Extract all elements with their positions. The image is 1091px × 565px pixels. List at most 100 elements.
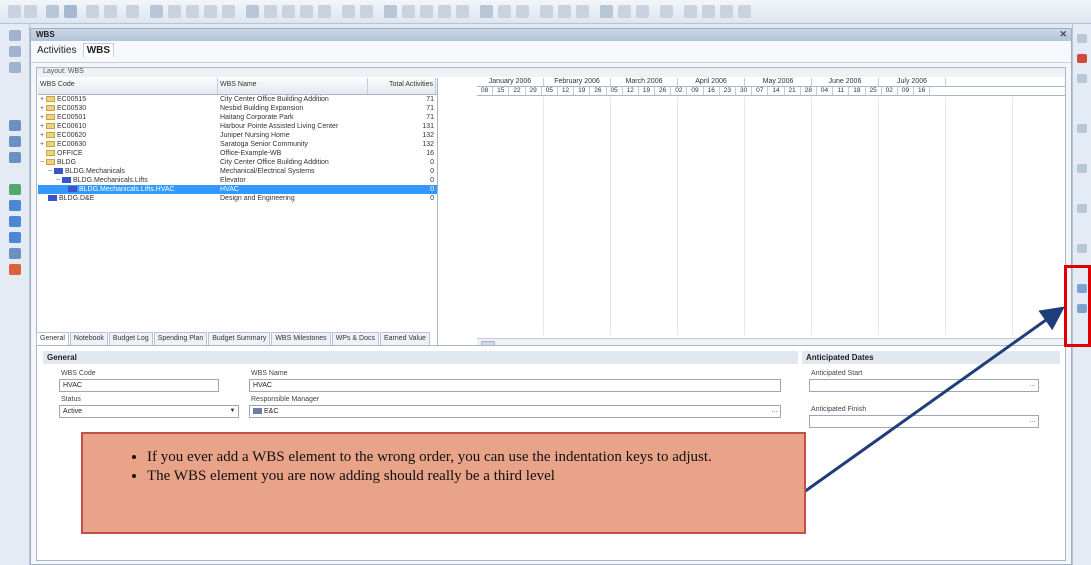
table-row-selected[interactable]: BLDG.Mechanicals.Lifts.HVAC HVAC 0 bbox=[38, 185, 437, 194]
toolbar-icon[interactable] bbox=[246, 5, 259, 18]
toolbar-icon[interactable] bbox=[186, 5, 199, 18]
toolbar-icon[interactable] bbox=[1077, 124, 1087, 133]
column-header-wbs-code[interactable]: WBS Code bbox=[38, 78, 218, 94]
gantt-month: May 2006 bbox=[745, 78, 812, 86]
toolbar-icon[interactable] bbox=[9, 184, 21, 195]
toolbar-icon[interactable] bbox=[86, 5, 99, 18]
toolbar-icon[interactable] bbox=[1077, 244, 1087, 253]
table-row[interactable]: − BLDG.Mechanicals Mechanical/Electrical … bbox=[38, 167, 437, 176]
tab-general[interactable]: General bbox=[36, 332, 69, 345]
wbs-node-icon bbox=[54, 168, 63, 175]
toolbar-icon[interactable] bbox=[282, 5, 295, 18]
close-icon[interactable]: ✕ bbox=[1059, 29, 1067, 40]
table-row[interactable]: + EC00620 Juniper Nursing Home 132 bbox=[38, 131, 437, 140]
toolbar-icon[interactable] bbox=[9, 216, 21, 227]
toolbar-icon[interactable] bbox=[300, 5, 313, 18]
toolbar-icon[interactable] bbox=[720, 5, 733, 18]
toolbar-icon[interactable] bbox=[204, 5, 217, 18]
toolbar-icon[interactable] bbox=[1077, 204, 1087, 213]
table-row[interactable]: + EC00610 Harbour Pointe Assisted Living … bbox=[38, 122, 437, 131]
tab-activities[interactable]: Activities bbox=[37, 45, 76, 56]
toolbar-icon[interactable] bbox=[150, 5, 163, 18]
toolbar-icon[interactable] bbox=[9, 120, 21, 131]
toolbar-icon[interactable] bbox=[64, 5, 77, 18]
table-row[interactable]: + EC00501 Haitang Corporate Park 71 bbox=[38, 113, 437, 122]
toolbar-icon[interactable] bbox=[516, 5, 529, 18]
wbs-table: WBS Code WBS Name Total Activities + EC00… bbox=[38, 78, 438, 350]
toolbar-icon[interactable] bbox=[9, 46, 21, 57]
toolbar-icon[interactable] bbox=[168, 5, 181, 18]
toolbar-icon[interactable] bbox=[126, 5, 139, 18]
toolbar-icon[interactable] bbox=[498, 5, 511, 18]
table-row[interactable]: − BLDG City Center Office Building Additi… bbox=[38, 158, 437, 167]
toolbar-icon[interactable] bbox=[402, 5, 415, 18]
toolbar-icon[interactable] bbox=[1077, 54, 1087, 63]
toolbar-icon[interactable] bbox=[540, 5, 553, 18]
gantt-week: 04 bbox=[817, 87, 834, 95]
gantt-week: 25 bbox=[866, 87, 882, 95]
gantt-month: March 2006 bbox=[611, 78, 678, 86]
toolbar-icon[interactable] bbox=[104, 5, 117, 18]
toolbar-icon[interactable] bbox=[456, 5, 469, 18]
toolbar-icon[interactable] bbox=[702, 5, 715, 18]
toolbar-icon[interactable] bbox=[264, 5, 277, 18]
column-header-wbs-name[interactable]: WBS Name bbox=[218, 78, 368, 94]
toolbar-icon[interactable] bbox=[9, 30, 21, 41]
wbs-name-field[interactable]: HVAC bbox=[249, 379, 781, 392]
tab-wps-docs[interactable]: WPs & Docs bbox=[331, 332, 379, 345]
toolbar-icon[interactable] bbox=[46, 5, 59, 18]
toolbar-icon[interactable] bbox=[9, 232, 21, 243]
toolbar-icon[interactable] bbox=[738, 5, 751, 18]
wbs-name-cell: Harbour Pointe Assisted Living Center bbox=[220, 123, 339, 130]
column-header-total-activities[interactable]: Total Activities bbox=[368, 78, 436, 94]
table-row[interactable]: + EC00530 Nesbid Building Expansion 71 bbox=[38, 104, 437, 113]
tab-budget-summary[interactable]: Budget Summary bbox=[208, 332, 271, 345]
tab-spending-plan[interactable]: Spending Plan bbox=[153, 332, 208, 345]
table-row[interactable]: + EC00515 City Center Office Building Add… bbox=[38, 95, 437, 104]
toolbar-icon[interactable] bbox=[1077, 164, 1087, 173]
toolbar-icon[interactable] bbox=[360, 5, 373, 18]
table-row[interactable]: OFFICE Office-Example-WB 16 bbox=[38, 149, 437, 158]
table-row[interactable]: + EC00630 Saratoga Senior Community 132 bbox=[38, 140, 437, 149]
tab-budget-log[interactable]: Budget Log bbox=[108, 332, 153, 345]
toolbar-icon[interactable] bbox=[342, 5, 355, 18]
toolbar-icon[interactable] bbox=[24, 5, 37, 18]
toolbar-icon[interactable] bbox=[480, 5, 493, 18]
table-row[interactable]: BLDG.D&E Design and Engineering 0 bbox=[38, 194, 437, 203]
toolbar-icon[interactable] bbox=[558, 5, 571, 18]
tab-notebook[interactable]: Notebook bbox=[69, 332, 108, 345]
toolbar-icon[interactable] bbox=[1077, 74, 1087, 83]
toolbar-icon[interactable] bbox=[636, 5, 649, 18]
toolbar-icon[interactable] bbox=[318, 5, 331, 18]
gantt-week: 26 bbox=[590, 87, 607, 95]
toolbar-icon[interactable] bbox=[438, 5, 451, 18]
browse-icon[interactable]: … bbox=[770, 407, 779, 416]
status-dropdown[interactable]: Active ▼ bbox=[59, 405, 239, 418]
toolbar-icon[interactable] bbox=[9, 152, 21, 163]
toolbar-icon[interactable] bbox=[9, 62, 21, 73]
toolbar-icon[interactable] bbox=[576, 5, 589, 18]
toolbar-icon[interactable] bbox=[600, 5, 613, 18]
toolbar-icon[interactable] bbox=[8, 5, 21, 18]
toolbar-icon[interactable] bbox=[420, 5, 433, 18]
toolbar-icon[interactable] bbox=[222, 5, 235, 18]
table-row[interactable]: − BLDG.Mechanicals.Lifts Elevator 0 bbox=[38, 176, 437, 185]
chevron-down-icon[interactable]: ▼ bbox=[228, 407, 237, 416]
tab-wbs-milestones[interactable]: WBS Milestones bbox=[271, 332, 331, 345]
tab-earned-value[interactable]: Earned Value bbox=[379, 332, 430, 345]
tab-wbs[interactable]: WBS bbox=[82, 43, 115, 57]
toolbar-icon[interactable] bbox=[684, 5, 697, 18]
toolbar-icon[interactable] bbox=[1077, 34, 1087, 43]
responsible-manager-field[interactable]: E&C … bbox=[249, 405, 781, 418]
toolbar-icon[interactable] bbox=[660, 5, 673, 18]
toolbar-icon[interactable] bbox=[9, 264, 21, 275]
gantt-week: 11 bbox=[833, 87, 850, 95]
gantt-week: 02 bbox=[882, 87, 898, 95]
wbs-code-field[interactable]: HVAC bbox=[59, 379, 219, 392]
layout-bar[interactable]: Layout: WBS bbox=[37, 68, 1065, 77]
toolbar-icon[interactable] bbox=[9, 200, 21, 211]
toolbar-icon[interactable] bbox=[9, 248, 21, 259]
toolbar-icon[interactable] bbox=[9, 136, 21, 147]
toolbar-icon[interactable] bbox=[618, 5, 631, 18]
toolbar-icon[interactable] bbox=[384, 5, 397, 18]
